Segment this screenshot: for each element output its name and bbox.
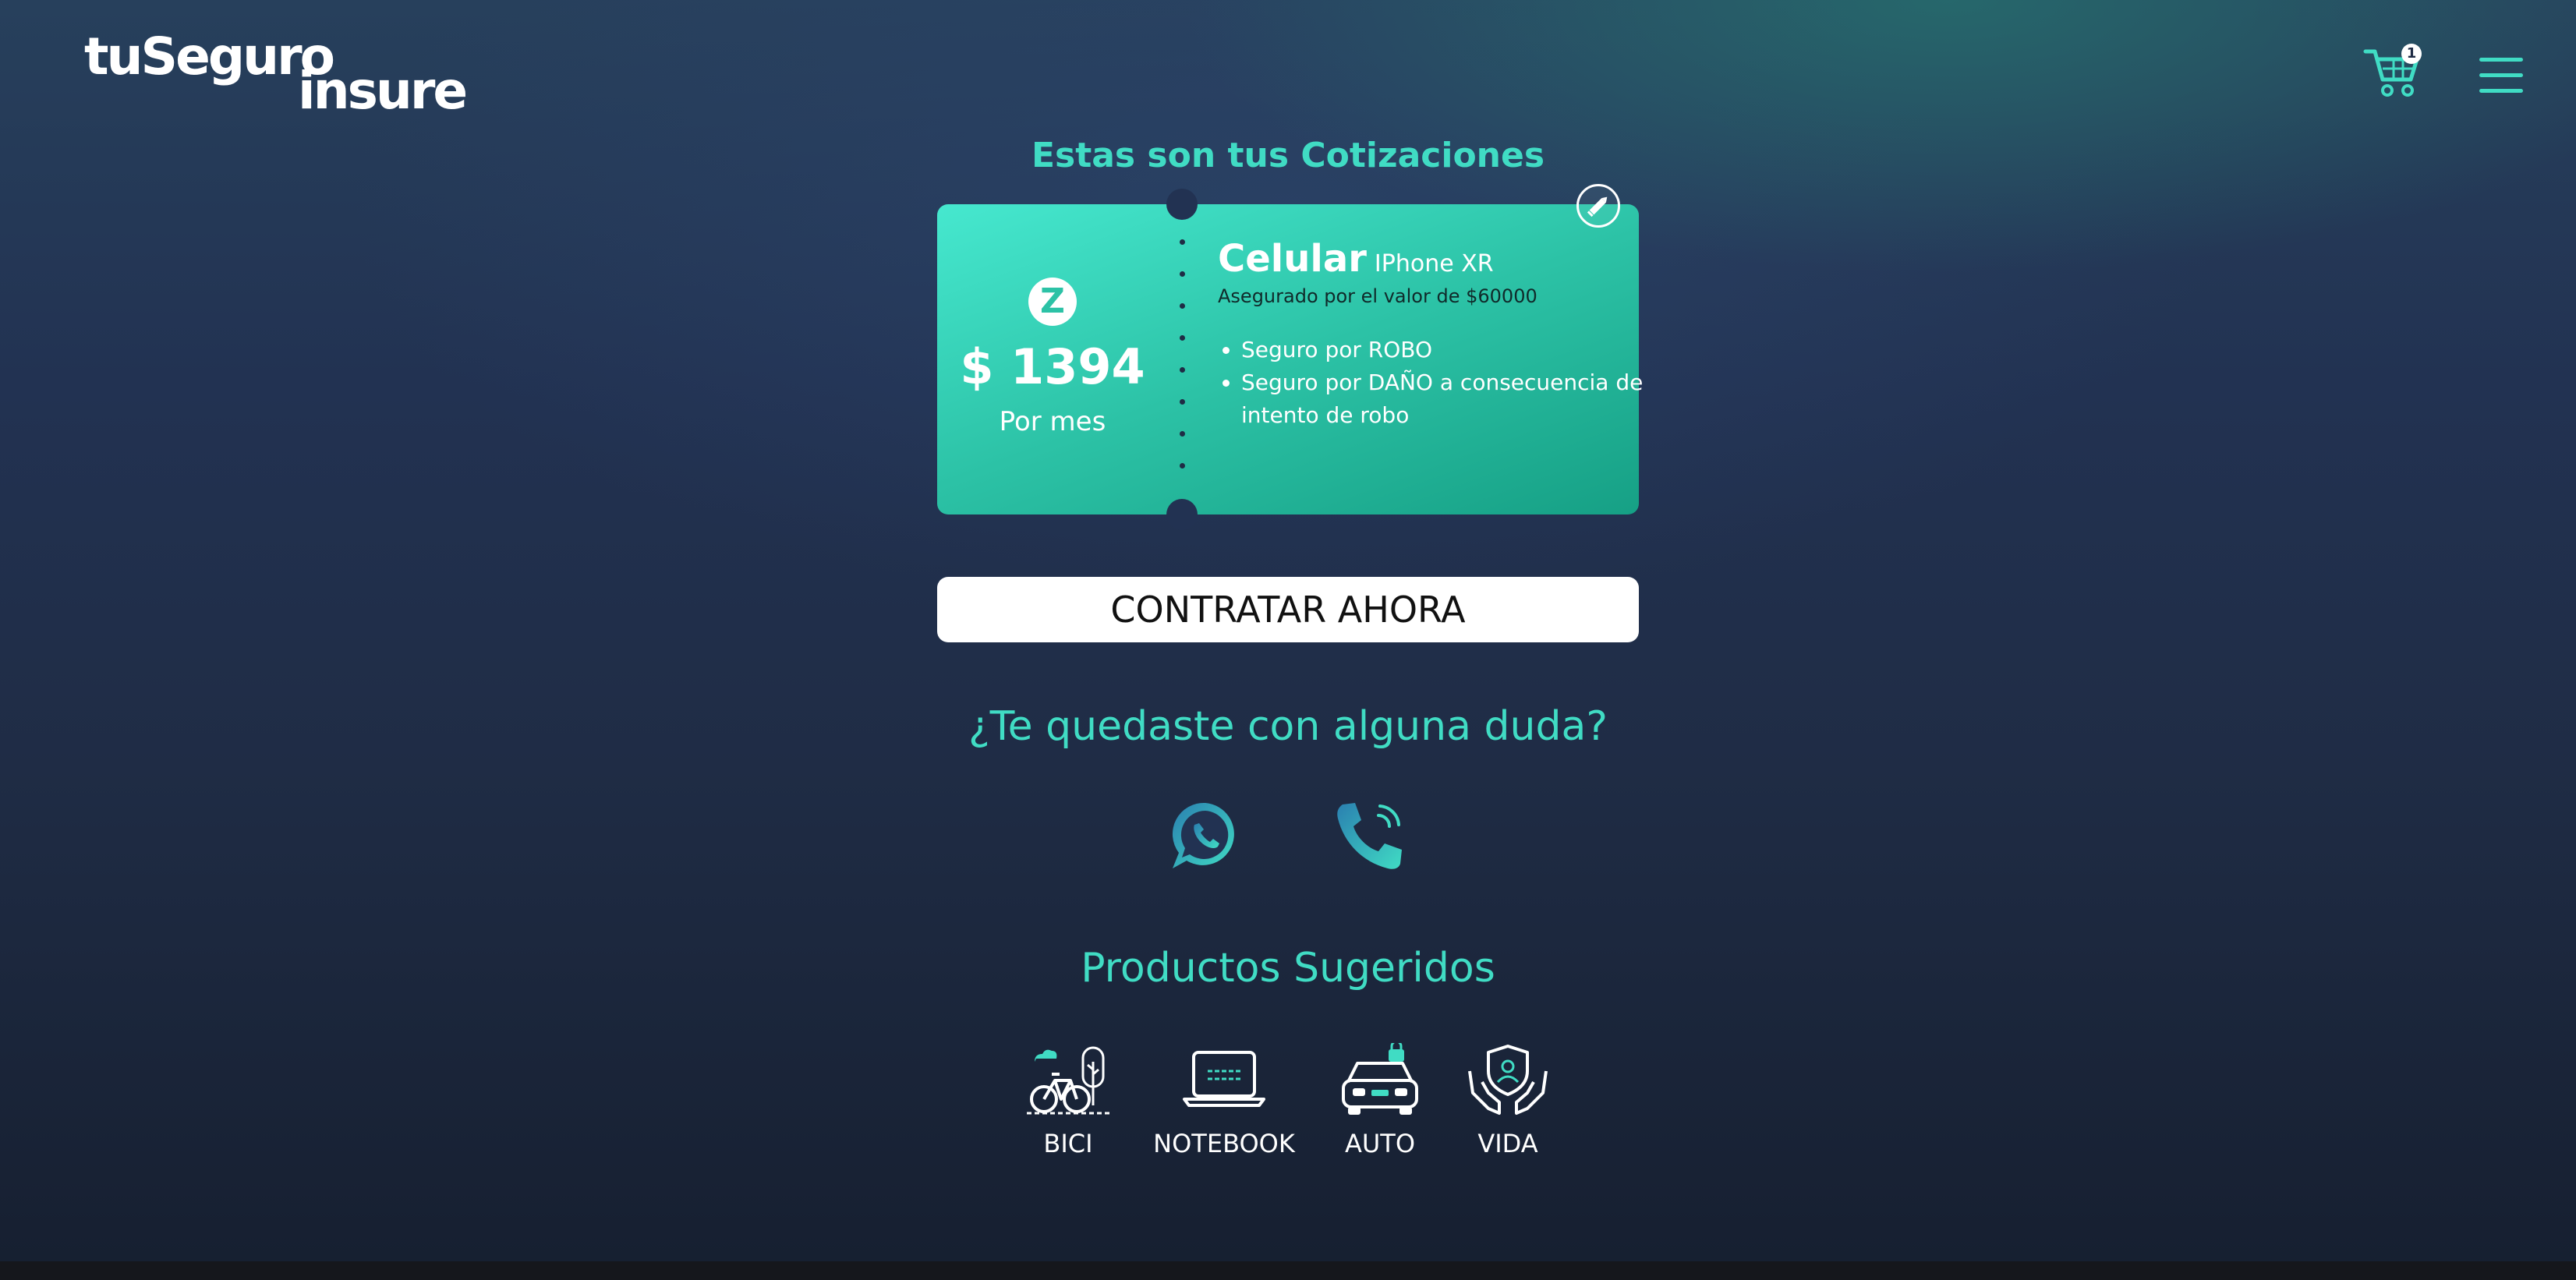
cart-button[interactable]: 1 xyxy=(2362,44,2425,101)
pencil-icon xyxy=(1587,196,1608,217)
quote-card[interactable]: Z $ 1394 Por mes Celular IPhone XR Asegur… xyxy=(937,184,1643,530)
ticket-perforation xyxy=(1180,335,1185,341)
bike-icon xyxy=(1027,1046,1109,1115)
ticket-perforation xyxy=(1180,431,1185,437)
notebook-icon xyxy=(1183,1051,1265,1107)
product-bici[interactable]: BICI xyxy=(990,1043,1146,1158)
edit-quote-button[interactable] xyxy=(1576,184,1620,228)
whatsapp-icon xyxy=(1172,802,1234,868)
ticket-perforation xyxy=(1180,367,1185,373)
ticket-perforation xyxy=(1180,399,1185,405)
whatsapp-button[interactable] xyxy=(1166,797,1244,875)
coverage-list: Seguro por ROBO Seguro por DAÑO a consec… xyxy=(1216,334,1647,432)
help-title: ¿Te quedaste con alguna duda? xyxy=(968,703,1608,750)
menu-button[interactable] xyxy=(2479,58,2523,94)
brand-logo[interactable]: tuSeguro insure xyxy=(84,31,468,121)
phone-button[interactable] xyxy=(1332,797,1410,875)
menu-icon-bar-middle xyxy=(2479,73,2523,77)
quotes-title: Estas son tus Cotizaciones xyxy=(1031,136,1545,175)
ticket-perforation xyxy=(1180,239,1185,245)
ticket-perforation xyxy=(1180,303,1185,309)
product-bici-label: BICI xyxy=(1043,1129,1093,1158)
logo-line-2: insure xyxy=(298,61,468,121)
ticket-notch-bottom xyxy=(1166,499,1198,530)
product-title: Celular IPhone XR xyxy=(1218,237,1494,282)
menu-icon-bar-top xyxy=(2479,58,2523,62)
product-notebook[interactable]: NOTEBOOK xyxy=(1146,1043,1302,1158)
car-icon xyxy=(1342,1043,1418,1115)
product-vida[interactable]: VIDA xyxy=(1430,1043,1586,1158)
insured-value: Asegurado por el valor de $60000 xyxy=(1218,285,1537,307)
cart-count-badge: 1 xyxy=(2401,44,2422,64)
coverage-item: Seguro por DAÑO a consecuencia de intent… xyxy=(1241,366,1647,432)
phone-icon xyxy=(1337,803,1402,869)
product-model: IPhone XR xyxy=(1374,250,1494,278)
hire-now-button[interactable]: CONTRATAR AHORA xyxy=(937,577,1639,642)
product-vida-label: VIDA xyxy=(1477,1129,1538,1158)
ticket-perforation xyxy=(1180,463,1185,469)
product-notebook-label: NOTEBOOK xyxy=(1153,1129,1295,1158)
coverage-item: Seguro por ROBO xyxy=(1241,334,1647,366)
quote-period: Por mes xyxy=(999,406,1106,437)
quote-price: $ 1394 xyxy=(960,338,1145,395)
menu-icon-bar-bottom xyxy=(2479,89,2523,93)
ticket-perforation xyxy=(1180,271,1185,277)
product-type: Celular xyxy=(1218,237,1367,281)
insurer-logo: Z xyxy=(1028,278,1077,326)
ticket-notch-top xyxy=(1166,189,1198,220)
suggested-products-title: Productos Sugeridos xyxy=(1081,945,1495,992)
footer-bar xyxy=(0,1261,2576,1280)
life-icon xyxy=(1468,1045,1548,1115)
